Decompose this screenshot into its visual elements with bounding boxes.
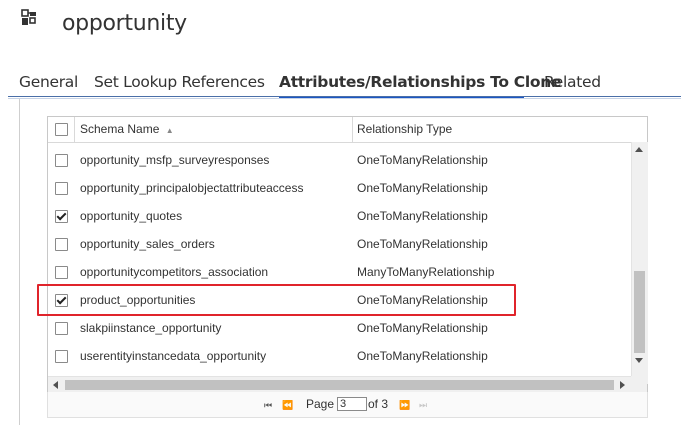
column-separator	[74, 117, 75, 142]
row-checkbox-checked[interactable]	[55, 294, 68, 307]
page-title: opportunity	[62, 11, 187, 36]
schema-name-cell: slakpiinstance_opportunity	[80, 321, 222, 335]
row-checkbox-checked[interactable]	[55, 210, 68, 223]
tab-related[interactable]: Related	[544, 73, 601, 91]
schema-name-cell: opportunity_quotes	[80, 209, 183, 223]
grid-header: Schema Name ▲ Relationship Type	[48, 117, 631, 143]
row-checkbox[interactable]	[55, 322, 68, 335]
scrollbar-corner	[631, 376, 647, 392]
relationship-type-cell: OneToManyRelationship	[357, 321, 488, 335]
page-number-input[interactable]: 3	[337, 397, 367, 411]
tab-set-lookup-references[interactable]: Set Lookup References	[94, 73, 265, 91]
table-row[interactable]: product_opportunities OneToManyRelations…	[48, 286, 631, 314]
page-count-label: of 3	[368, 397, 389, 411]
row-checkbox[interactable]	[55, 182, 68, 195]
vertical-scrollbar[interactable]	[631, 142, 648, 384]
vertical-scroll-thumb[interactable]	[634, 271, 645, 353]
select-all-checkbox[interactable]	[55, 123, 68, 136]
pager: ⏮ ⏪ Page 3 of 3 ⏩ ⏭	[47, 392, 648, 418]
schema-name-cell: product_opportunities	[80, 293, 196, 307]
scroll-left-icon[interactable]	[53, 381, 58, 389]
schema-name-cell: userentityinstancedata_opportunity	[80, 349, 267, 363]
table-row[interactable]: opportunity_quotes OneToManyRelationship	[48, 202, 631, 230]
table-row[interactable]: userentityinstancedata_opportunity OneTo…	[48, 342, 631, 370]
row-checkbox[interactable]	[55, 238, 68, 251]
previous-page-icon[interactable]: ⏪	[282, 400, 293, 411]
horizontal-scroll-thumb[interactable]	[65, 380, 614, 390]
relationship-type-cell: OneToManyRelationship	[357, 293, 488, 307]
table-row[interactable]: slakpiinstance_opportunity OneToManyRela…	[48, 314, 631, 342]
column-header-schema-name[interactable]: Schema Name ▲	[80, 117, 174, 142]
relationship-type-cell: OneToManyRelationship	[357, 349, 488, 363]
column-header-relationship-type[interactable]: Relationship Type	[357, 117, 452, 142]
schema-name-cell: opportunity_msfp_surveyresponses	[80, 153, 270, 167]
page-label: Page	[306, 397, 335, 411]
table-row[interactable]: opportunity_principalobjectattributeacce…	[48, 174, 631, 202]
relationship-type-cell: OneToManyRelationship	[357, 237, 488, 251]
tabs-divider	[8, 96, 681, 97]
next-page-icon[interactable]: ⏩	[399, 400, 410, 411]
table-row[interactable]: opportunity_sales_orders OneToManyRelati…	[48, 230, 631, 258]
row-checkbox[interactable]	[55, 154, 68, 167]
tab-general[interactable]: General	[19, 73, 78, 91]
row-checkbox[interactable]	[55, 350, 68, 363]
scroll-right-icon[interactable]	[620, 381, 625, 389]
last-page-icon[interactable]: ⏭	[419, 400, 427, 411]
relationship-type-cell: OneToManyRelationship	[357, 181, 488, 195]
tab-attributes-relationships-to-clone[interactable]: Attributes/Relationships To Clone	[279, 73, 561, 91]
scroll-down-icon[interactable]	[635, 358, 643, 363]
column-header-schema-name-label: Schema Name	[80, 122, 160, 136]
entity-icon	[21, 9, 36, 25]
schema-name-cell: opportunity_sales_orders	[80, 237, 215, 251]
schema-name-cell: opportunitycompetitors_association	[80, 265, 269, 279]
scroll-up-icon[interactable]	[635, 147, 643, 152]
first-page-icon[interactable]: ⏮	[264, 400, 272, 411]
relationships-grid: Schema Name ▲ Relationship Type opportun…	[47, 116, 648, 394]
column-separator	[352, 117, 353, 142]
relationship-type-cell: ManyToManyRelationship	[357, 265, 495, 279]
schema-name-cell: opportunity_principalobjectattributeacce…	[80, 181, 304, 195]
sort-ascending-icon: ▲	[165, 126, 174, 135]
table-row[interactable]: opportunitycompetitors_association ManyT…	[48, 258, 631, 286]
relationship-type-cell: OneToManyRelationship	[357, 153, 488, 167]
row-checkbox[interactable]	[55, 266, 68, 279]
horizontal-scrollbar[interactable]	[48, 376, 631, 393]
relationship-type-cell: OneToManyRelationship	[357, 209, 488, 223]
table-row[interactable]: opportunity_msfp_surveyresponses OneToMa…	[48, 146, 631, 174]
